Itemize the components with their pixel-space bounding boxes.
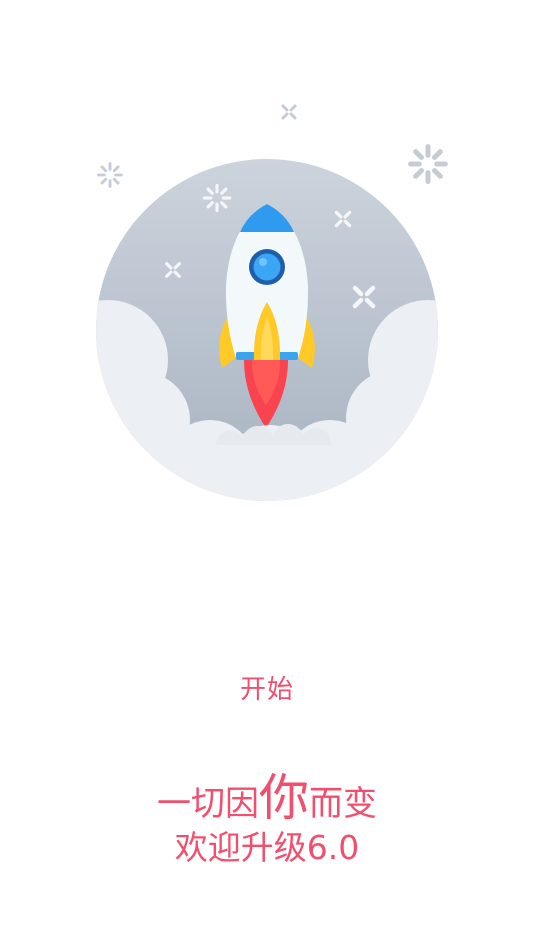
start-button-label: 开始 bbox=[239, 674, 294, 705]
slogan-line-2: 欢迎升级6.0 bbox=[174, 828, 360, 867]
slogan-text-after: 而变 bbox=[309, 784, 377, 824]
sky-circle bbox=[96, 159, 438, 501]
burst-icon bbox=[97, 162, 123, 188]
burst-icon bbox=[411, 147, 446, 182]
sparkle-icon bbox=[281, 104, 297, 120]
slogan-highlight: 你 bbox=[259, 769, 309, 827]
start-button[interactable]: 开始 bbox=[197, 664, 337, 710]
slogan-text-before: 一切因 bbox=[157, 784, 259, 824]
rocket-illustration bbox=[96, 104, 534, 501]
slogan-line-1: 一切因你而变 bbox=[0, 768, 534, 828]
